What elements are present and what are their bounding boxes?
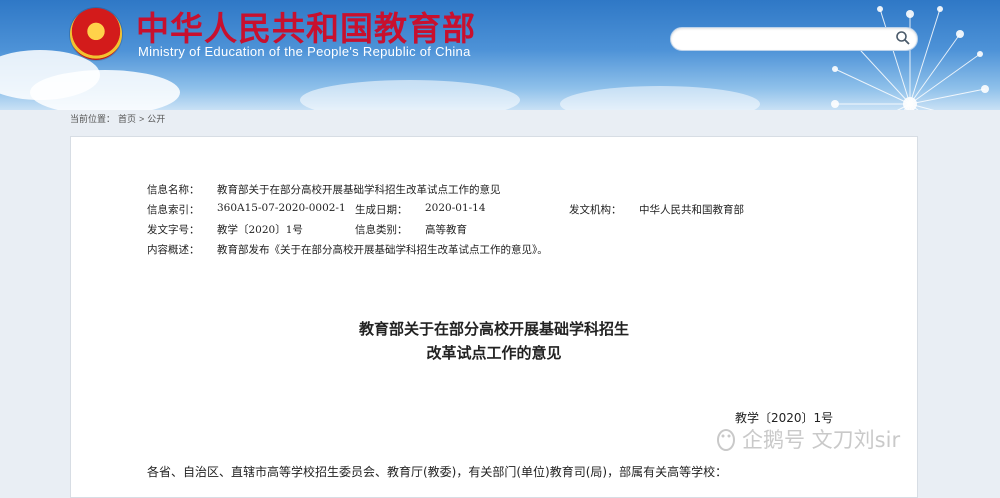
breadcrumb-separator: > xyxy=(139,114,145,124)
meta-date-label: 生成日期： xyxy=(355,204,408,216)
search-input[interactable] xyxy=(670,27,918,51)
document-title-line2: 改革试点工作的意见 xyxy=(426,344,562,362)
site-title[interactable]: 中华人民共和国教育部 xyxy=(136,2,476,50)
meta-issuer-label: 发文机构： xyxy=(569,204,622,216)
cloud-decoration xyxy=(560,86,760,110)
breadcrumb: 当前位置： 首页 > 公开 xyxy=(70,112,168,125)
meta-index-value: 360A15-07-2020-0002-1 xyxy=(217,202,346,214)
search-icon[interactable] xyxy=(895,30,911,46)
meta-summary-value: 教育部发布《关于在部分高校开展基础学科招生改革试点工作的意见》。 xyxy=(217,244,548,256)
dandelion-decoration xyxy=(831,6,989,110)
watermark-text: 企鹅号 文刀刘sir xyxy=(742,428,901,452)
cloud-decoration xyxy=(30,70,180,110)
meta-name-value: 教育部关于在部分高校开展基础学科招生改革试点工作的意见 xyxy=(217,184,501,196)
national-emblem-icon[interactable] xyxy=(70,8,122,60)
meta-category-value: 高等教育 xyxy=(425,224,467,236)
meta-docno-value: 教学〔2020〕1号 xyxy=(217,224,303,236)
breadcrumb-home-link[interactable]: 首页 xyxy=(118,114,136,124)
meta-name-label: 信息名称： xyxy=(147,184,200,196)
document-addressee: 各省、自治区、直辖市高等学校招生委员会、教育厅(教委)，有关部门(单位)教育司(… xyxy=(147,465,728,479)
meta-index-label: 信息索引： xyxy=(147,204,200,216)
penguin-icon xyxy=(717,429,735,451)
meta-category-label: 信息类别： xyxy=(355,224,408,236)
breadcrumb-prefix: 当前位置： xyxy=(70,114,116,124)
cloud-decoration xyxy=(300,80,520,110)
meta-docno-label: 发文字号： xyxy=(147,224,200,236)
watermark: 企鹅号 文刀刘sir xyxy=(716,424,900,454)
document-title-line1: 教育部关于在部分高校开展基础学科招生 xyxy=(358,320,629,338)
document-title: 教育部关于在部分高校开展基础学科招生 改革试点工作的意见 xyxy=(71,317,917,365)
site-subtitle: Ministry of Education of the People's Re… xyxy=(138,44,471,59)
meta-date-value: 2020-01-14 xyxy=(425,202,486,214)
meta-issuer-value: 中华人民共和国教育部 xyxy=(639,204,744,216)
breadcrumb-current[interactable]: 公开 xyxy=(147,114,165,124)
meta-summary-label: 内容概述： xyxy=(147,244,200,256)
header-banner: 中华人民共和国教育部 Ministry of Education of the … xyxy=(0,0,1000,110)
